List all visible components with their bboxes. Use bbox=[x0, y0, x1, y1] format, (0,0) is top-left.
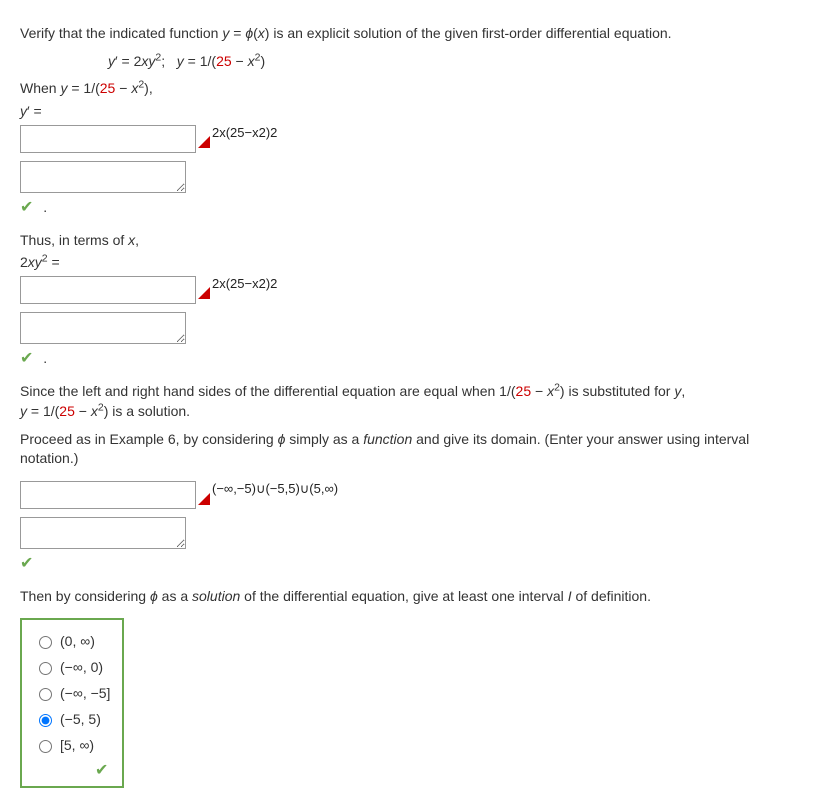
then-paragraph: Then by considering ϕ as a solution of t… bbox=[20, 587, 802, 607]
hint-corner-icon bbox=[198, 287, 210, 299]
interval-radio-group: (0, ∞) (−∞, 0) (−∞, −5] (−5, 5) [5, ∞) ✔ bbox=[20, 618, 124, 788]
hint-corner-icon bbox=[198, 493, 210, 505]
two-xy2-hint: 2x(25−x2)2 bbox=[212, 276, 277, 291]
yprime-label: y′ = bbox=[20, 103, 802, 119]
radio-option-2[interactable] bbox=[39, 662, 52, 675]
thus-line: Thus, in terms of x, bbox=[20, 231, 802, 251]
radio-option-1[interactable] bbox=[39, 636, 52, 649]
two-xy2-label: 2xy2 = bbox=[20, 254, 802, 270]
radio-label-2: (−∞, 0) bbox=[60, 659, 103, 675]
given-equation: y′ = 2xy2; y = 1/(25 − x2) bbox=[108, 52, 802, 72]
radio-label-3: (−∞, −5] bbox=[60, 685, 110, 701]
radio-label-4: (−5, 5) bbox=[60, 711, 101, 727]
radio-label-1: (0, ∞) bbox=[60, 633, 95, 649]
radio-label-5: [5, ∞) bbox=[60, 737, 94, 753]
proceed-paragraph: Proceed as in Example 6, by considering … bbox=[20, 430, 802, 469]
since-paragraph: Since the left and right hand sides of t… bbox=[20, 382, 802, 421]
status-dot: . bbox=[43, 350, 47, 366]
two-xy2-input[interactable] bbox=[20, 276, 196, 304]
check-icon: ✔ bbox=[20, 555, 33, 572]
domain-hint: (−∞,−5)∪(−5,5)∪(5,∞) bbox=[212, 481, 338, 497]
radio-option-3[interactable] bbox=[39, 688, 52, 701]
yprime-hint: 2x(25−x2)2 bbox=[212, 125, 277, 140]
check-icon: ✔ bbox=[34, 760, 110, 780]
radio-option-4[interactable] bbox=[39, 714, 52, 727]
two-xy2-work-input[interactable] bbox=[20, 312, 186, 344]
radio-option-5[interactable] bbox=[39, 740, 52, 753]
check-icon: ✔ bbox=[20, 350, 33, 367]
when-line: When y = 1/(25 − x2), bbox=[20, 79, 802, 99]
status-dot: . bbox=[43, 199, 47, 215]
check-icon: ✔ bbox=[20, 199, 33, 216]
question-intro: Verify that the indicated function y = ϕ… bbox=[20, 24, 802, 44]
domain-work-input[interactable] bbox=[20, 517, 186, 549]
yprime-work-input[interactable] bbox=[20, 161, 186, 193]
hint-corner-icon bbox=[198, 136, 210, 148]
yprime-input[interactable] bbox=[20, 125, 196, 153]
domain-input[interactable] bbox=[20, 481, 196, 509]
